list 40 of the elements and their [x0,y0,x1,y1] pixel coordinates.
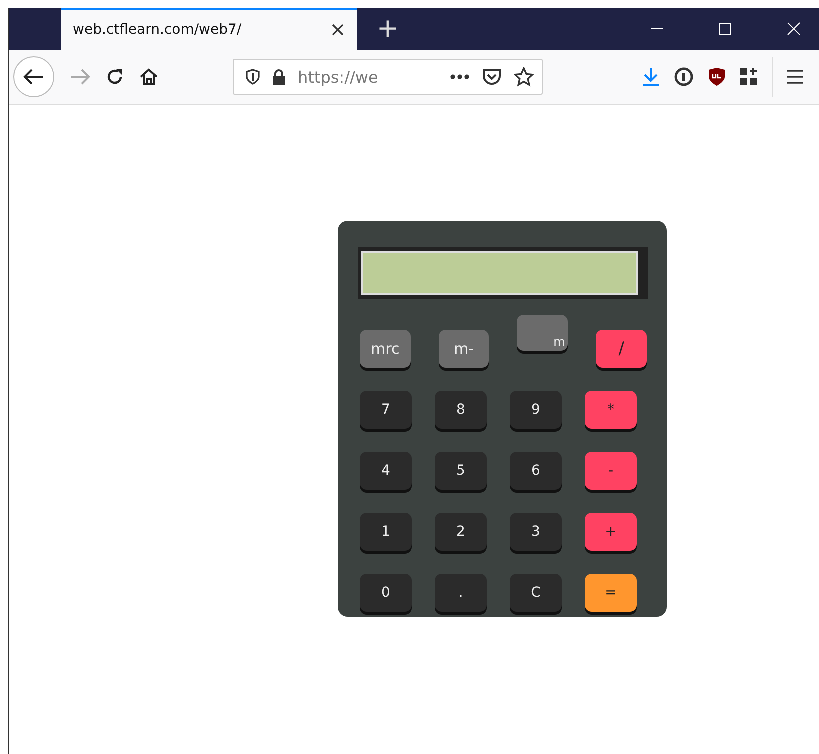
calculator-key[interactable]: 1 [360,513,412,551]
calculator-key[interactable]: 4 [360,452,412,490]
calculator-key[interactable]: 0 [360,574,412,612]
lock-icon [272,69,286,85]
calculator-key[interactable]: 9 [510,391,562,429]
url-text: https://we [298,68,380,86]
pocket-icon[interactable] [482,68,502,86]
calculator-key[interactable]: 2 [435,513,487,551]
more-icon[interactable] [450,74,470,80]
calculator-key[interactable]: 5 [435,452,487,490]
star-icon[interactable] [514,67,534,87]
reload-icon[interactable] [105,67,125,87]
calculator-key[interactable]: * [585,391,637,429]
tab-title: web.ctflearn.com/web7/ [73,22,242,38]
info-circle-icon[interactable] [674,67,694,87]
maximize-icon[interactable] [719,23,731,35]
browser-tab[interactable]: web.ctflearn.com/web7/ [61,8,357,50]
shield-icon[interactable] [246,69,260,85]
new-tab-button[interactable]: + [377,16,399,42]
back-icon[interactable] [13,56,55,98]
close-icon[interactable] [331,23,345,37]
calculator-key[interactable]: + [585,513,637,551]
calculator-key[interactable]: 7 [360,391,412,429]
download-icon[interactable] [642,67,660,87]
calculator-key[interactable]: / [596,330,648,368]
calculator-key[interactable]: C [510,574,562,612]
calculator-key[interactable]: - [585,452,637,490]
calculator-key[interactable]: 6 [510,452,562,490]
calculator-key[interactable]: . [435,574,487,612]
url-field[interactable]: https://we [233,59,543,95]
shield-extension-icon[interactable] [708,67,726,87]
menu-icon[interactable] [787,70,803,84]
calculator-key[interactable]: m [517,315,568,351]
calculator-key[interactable]: m- [438,330,490,368]
calculator-key[interactable]: 8 [435,391,487,429]
home-icon[interactable] [139,67,159,87]
calculator-key[interactable]: 3 [510,513,562,551]
calculator-key[interactable]: mrc [360,330,411,368]
calculator-key[interactable]: = [585,574,637,612]
grid-icon[interactable] [740,68,758,86]
